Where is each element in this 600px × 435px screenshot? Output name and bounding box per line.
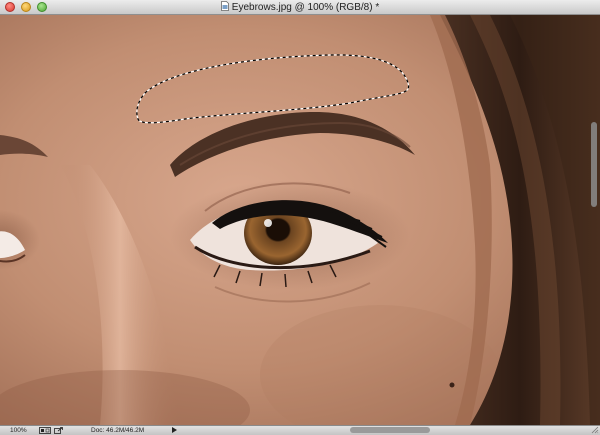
window-title-container: Eyebrows.jpg @ 100% (RGB/8) * <box>0 1 600 14</box>
resize-grip-icon[interactable] <box>591 426 599 434</box>
zoom-level[interactable]: 100% <box>10 426 27 435</box>
title-bar[interactable]: Eyebrows.jpg @ 100% (RGB/8) * <box>0 0 600 15</box>
horizontal-scrollbar-thumb[interactable] <box>350 427 430 433</box>
photo-image <box>0 15 600 425</box>
document-size[interactable]: Doc: 46.2M/46.2M <box>91 426 144 435</box>
document-canvas[interactable] <box>0 15 600 425</box>
status-menu-arrow-icon[interactable] <box>172 427 177 433</box>
document-icon <box>220 1 229 11</box>
status-bar: 100% Doc: 46.2M/46.2M <box>0 425 600 435</box>
photoshop-document-window: Eyebrows.jpg @ 100% (RGB/8) * 100% Doc: … <box>0 0 600 435</box>
share-icon[interactable] <box>54 427 63 434</box>
vertical-scrollbar-thumb[interactable] <box>591 122 597 207</box>
proof-setup-icon[interactable] <box>39 427 51 434</box>
window-title: Eyebrows.jpg @ 100% (RGB/8) * <box>231 2 380 13</box>
